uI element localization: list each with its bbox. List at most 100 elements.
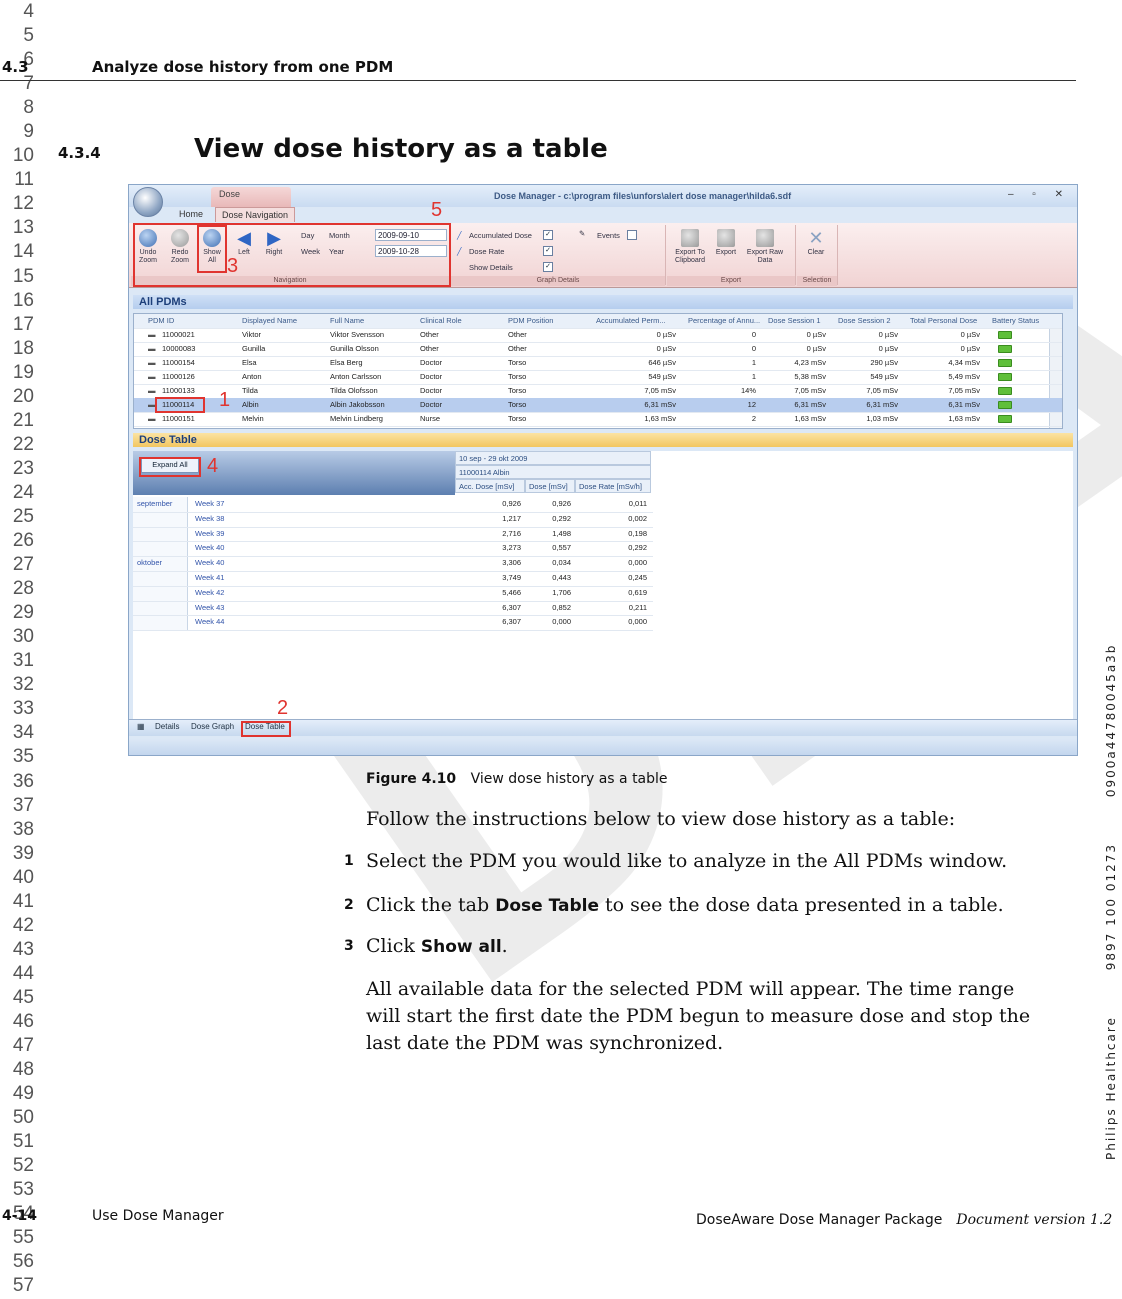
tab-details[interactable]: Details bbox=[155, 722, 179, 731]
pdm-cell: Melvin Lindberg bbox=[330, 414, 383, 423]
pdm-column-header[interactable]: Clinical Role bbox=[420, 314, 506, 328]
window-controls[interactable]: – ▫ ✕ bbox=[1008, 189, 1071, 200]
week-label[interactable]: Week 38 bbox=[195, 512, 224, 527]
pdm-column-header[interactable]: Dose Session 1 bbox=[768, 314, 834, 328]
dose-value-cell: 0,292 bbox=[628, 543, 647, 553]
week-label[interactable]: Week 41 bbox=[195, 571, 224, 586]
col-dose-rate[interactable]: Dose Rate [mSv/h] bbox=[575, 479, 651, 493]
context-tab-dose[interactable]: Dose bbox=[211, 187, 291, 207]
week-label[interactable]: Week 43 bbox=[195, 601, 224, 616]
dose-rate-icon: ╱ bbox=[457, 247, 462, 256]
pdm-row[interactable]: ▬ 11000114 Albin Albin Jakobsson Doctor Torso… bbox=[134, 398, 1062, 413]
dose-table-row[interactable]: Week 44 6,307 0,000 0,000 bbox=[133, 615, 653, 632]
dose-value-cell: 6,307 bbox=[502, 617, 521, 627]
pdm-cell: 0 µSv bbox=[878, 330, 898, 339]
week-label[interactable]: Week 42 bbox=[195, 586, 224, 601]
pdm-device-icon: ▬ bbox=[148, 386, 156, 395]
line-number: 47 bbox=[12, 1035, 34, 1057]
pdm-cell: Doctor bbox=[420, 386, 443, 395]
dose-table-row[interactable]: Week 38 1,217 0,292 0,002 bbox=[133, 512, 653, 528]
events-checkbox[interactable] bbox=[627, 230, 637, 240]
week-label[interactable]: Week 44 bbox=[195, 615, 224, 630]
range-header: 10 sep - 29 okt 2009 bbox=[455, 451, 651, 465]
pdm-column-header[interactable]: Accumulated Perm... bbox=[596, 314, 684, 328]
export-raw-data-button[interactable]: Export Raw Data bbox=[745, 229, 785, 265]
dose-value-cell: 6,307 bbox=[502, 602, 521, 612]
pdm-column-header[interactable]: Full Name bbox=[330, 314, 416, 328]
dose-table-row[interactable]: Week 40 3,273 0,557 0,292 bbox=[133, 541, 653, 558]
dose-table-row[interactable]: september Week 37 0,926 0,926 0,011 bbox=[133, 497, 653, 513]
accumulated-dose-icon: ╱ bbox=[457, 231, 462, 240]
pdm-cell: 0 µSv bbox=[960, 344, 980, 353]
pdm-cell: Torso bbox=[508, 372, 527, 381]
export-to-clipboard-button[interactable]: Export To Clipboard bbox=[673, 229, 707, 265]
month-label[interactable]: oktober bbox=[137, 556, 162, 571]
pdm-column-header[interactable]: Displayed Name bbox=[242, 314, 328, 328]
dose-rate-checkbox[interactable]: ✓ bbox=[543, 246, 553, 256]
pdm-row[interactable]: ▬ 11000133 Tilda Tilda Olofsson Doctor Torso 7… bbox=[134, 384, 1062, 399]
pdm-cell: Elsa bbox=[242, 358, 257, 367]
pdm-cell: 11000151 bbox=[162, 414, 195, 423]
line-number: 8 bbox=[23, 97, 34, 119]
pdm-cell: 6,31 mSv bbox=[794, 400, 826, 409]
header-section-number: 4.3 bbox=[2, 58, 29, 76]
col-acc-dose[interactable]: Acc. Dose [mSv] bbox=[455, 479, 525, 493]
pdm-cell: 0 µSv bbox=[656, 330, 676, 339]
clear-button[interactable]: ✕ Clear bbox=[803, 229, 829, 257]
pdm-row[interactable]: ▬ 11000126 Anton Anton Carlsson Doctor Torso 5… bbox=[134, 370, 1062, 385]
week-label[interactable]: Week 39 bbox=[195, 527, 224, 542]
pdm-row[interactable]: ▬ 10000083 Gunilla Gunilla Olsson Other Other… bbox=[134, 342, 1062, 357]
pdm-column-header[interactable]: Total Personal Dose bbox=[910, 314, 988, 328]
pdm-cell: 0 bbox=[751, 344, 756, 353]
battery-icon bbox=[998, 328, 1012, 342]
line-number: 35 bbox=[12, 746, 34, 768]
line-number: 46 bbox=[12, 1010, 34, 1032]
line-number: 26 bbox=[12, 530, 34, 552]
week-label[interactable]: Week 40 bbox=[195, 556, 224, 571]
pdm-row[interactable]: ▬ 11000021 Viktor Viktor Svensson Other Other… bbox=[134, 328, 1062, 343]
dose-table-row[interactable]: oktober Week 40 3,306 0,034 0,000 bbox=[133, 556, 653, 572]
pdm-cell: 5,38 mSv bbox=[794, 372, 826, 381]
dose-value-cell: 0,292 bbox=[552, 513, 571, 523]
dose-table-row[interactable]: Week 43 6,307 0,852 0,211 bbox=[133, 601, 653, 617]
week-label[interactable]: Week 37 bbox=[195, 497, 224, 512]
dose-table-pane-title: Dose Table bbox=[133, 433, 1073, 447]
tab-dose-navigation[interactable]: Dose Navigation bbox=[215, 207, 296, 222]
pdm-column-header[interactable]: Percentage of Annu... bbox=[688, 314, 764, 328]
line-number: 23 bbox=[12, 457, 34, 479]
line-number: 9 bbox=[23, 121, 34, 143]
line-number: 51 bbox=[12, 1131, 34, 1153]
dose-table-row[interactable]: Week 41 3,749 0,443 0,245 bbox=[133, 571, 653, 587]
battery-icon bbox=[998, 398, 1012, 412]
show-details-checkbox[interactable]: ✓ bbox=[543, 262, 553, 272]
accumulated-dose-checkbox[interactable]: ✓ bbox=[543, 230, 553, 240]
line-number: 12 bbox=[12, 193, 34, 215]
export-button[interactable]: Export bbox=[713, 229, 739, 257]
line-number: 27 bbox=[12, 554, 34, 576]
week-label[interactable]: Week 40 bbox=[195, 541, 224, 556]
col-dose[interactable]: Dose [mSv] bbox=[525, 479, 575, 493]
line-number: 57 bbox=[12, 1275, 34, 1297]
pdm-row[interactable]: ▬ 11000154 Elsa Elsa Berg Doctor Torso 646 µSv… bbox=[134, 356, 1062, 371]
tab-dose-graph[interactable]: Dose Graph bbox=[191, 722, 234, 731]
pdm-cell: 1 bbox=[751, 358, 756, 367]
tab-home[interactable]: Home bbox=[173, 207, 209, 221]
dose-table-row[interactable]: Week 39 2,716 1,498 0,198 bbox=[133, 527, 653, 543]
dose-table-row[interactable]: Week 42 5,466 1,706 0,619 bbox=[133, 586, 653, 602]
keyword-show-all: Show all bbox=[420, 937, 502, 957]
dose-value-cell: 0,557 bbox=[552, 543, 571, 553]
pdm-cell: Anton Carlsson bbox=[330, 372, 382, 381]
export-group-label: Export bbox=[667, 276, 795, 286]
application-orb-icon[interactable] bbox=[133, 187, 163, 217]
pdm-row[interactable]: ▬ 11000151 Melvin Melvin Lindberg Nurse Torso… bbox=[134, 412, 1062, 427]
pdm-cell: 0 bbox=[751, 330, 756, 339]
pdm-column-header[interactable]: Dose Session 2 bbox=[838, 314, 906, 328]
callout-4-box bbox=[139, 457, 201, 477]
line-number: 41 bbox=[12, 890, 34, 912]
month-label[interactable]: september bbox=[137, 497, 172, 512]
pdm-column-header[interactable]: Battery Status bbox=[992, 314, 1046, 328]
pdm-column-header[interactable]: PDM Position bbox=[508, 314, 594, 328]
pdm-column-header[interactable]: PDM ID bbox=[148, 314, 238, 328]
pdm-header: 11000114 Albin bbox=[455, 465, 651, 479]
footer-chapter: Use Dose Manager bbox=[92, 1208, 224, 1224]
